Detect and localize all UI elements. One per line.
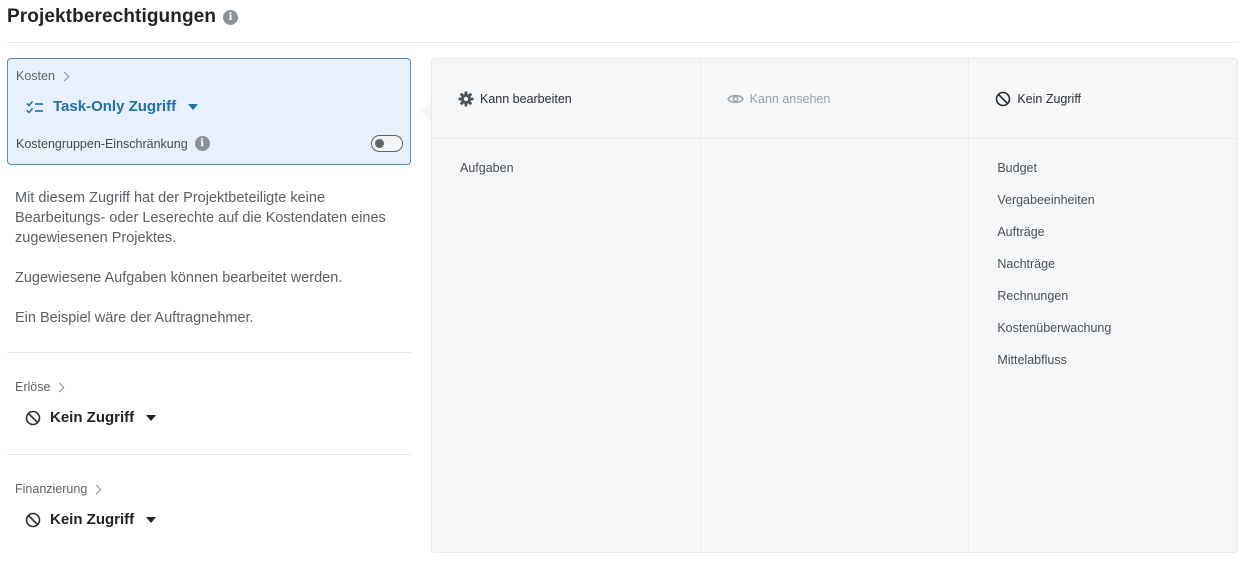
- column-header-label: Kein Zugriff: [1017, 91, 1082, 106]
- info-icon[interactable]: i: [223, 9, 239, 25]
- eye-icon: [726, 94, 744, 103]
- permission-item: Mittelabfluss: [997, 353, 1067, 367]
- task-list-icon: [26, 100, 43, 114]
- permission-item: Budget: [997, 161, 1037, 175]
- column-can-edit: Kann bearbeiten Aufgaben: [432, 59, 701, 552]
- cost-group-restriction-toggle[interactable]: [371, 135, 403, 152]
- header-divider: [7, 42, 1238, 43]
- permission-item: Rechnungen: [997, 289, 1069, 303]
- page-title: Projektberechtigungen: [7, 6, 217, 27]
- erloese-section-header[interactable]: Erlöse: [15, 380, 403, 394]
- caret-down-icon: [146, 516, 157, 523]
- finanzierung-access-value: Kein Zugriff: [50, 511, 135, 528]
- kosten-section-card[interactable]: Kosten Task-Only Zugriff Kostengruppen-E…: [7, 58, 411, 165]
- finanzierung-section-header[interactable]: Finanzierung: [15, 482, 403, 496]
- column-items: Aufgaben: [432, 139, 700, 193]
- permission-item: Aufgaben: [460, 161, 514, 175]
- erloese-section-label: Erlöse: [15, 380, 51, 394]
- cost-group-restriction-row: Kostengruppen-Einschränkung i: [16, 135, 403, 152]
- no-access-icon: [25, 512, 41, 527]
- erloese-section: Erlöse Kein Zugriff: [7, 353, 411, 426]
- no-access-icon: [25, 410, 41, 425]
- column-items: [701, 139, 969, 161]
- kosten-access-select[interactable]: Task-Only Zugriff: [26, 98, 402, 115]
- column-can-view: Kann ansehen: [700, 59, 970, 552]
- erloese-access-value: Kein Zugriff: [50, 409, 135, 426]
- erloese-access-select[interactable]: Kein Zugriff: [25, 409, 403, 426]
- permission-item: Nachträge: [997, 257, 1056, 271]
- kosten-description: Mit diesem Zugriff hat der Projektbeteil…: [7, 165, 411, 328]
- kosten-access-value: Task-Only Zugriff: [53, 98, 177, 115]
- kosten-section-label: Kosten: [16, 69, 55, 83]
- chevron-right-icon: [59, 71, 70, 81]
- info-icon[interactable]: i: [194, 136, 210, 151]
- permission-item: Vergabeeinheiten: [997, 193, 1095, 207]
- finanzierung-section-label: Finanzierung: [15, 482, 88, 496]
- column-no-access: Kein Zugriff Budget Vergabeeinheiten Auf…: [969, 59, 1238, 552]
- column-header-no-access: Kein Zugriff: [969, 59, 1238, 139]
- description-paragraph: Zugewiesene Aufgaben können bearbeitet w…: [15, 270, 343, 286]
- column-items: Budget Vergabeeinheiten Aufträge Nachträ…: [969, 139, 1237, 385]
- column-header-label: Kann bearbeiten: [480, 91, 572, 106]
- finanzierung-access-select[interactable]: Kein Zugriff: [25, 511, 403, 528]
- page-header: Projektberechtigungen i: [7, 6, 239, 28]
- caret-down-icon: [188, 103, 199, 110]
- finanzierung-section: Finanzierung Kein Zugriff: [7, 455, 411, 528]
- column-header-label: Kann ansehen: [749, 91, 831, 106]
- cost-group-restriction-label: Kostengruppen-Einschränkung: [16, 136, 188, 151]
- chevron-right-icon: [91, 484, 102, 494]
- column-header-can-edit: Kann bearbeiten: [432, 59, 700, 139]
- column-header-can-view: Kann ansehen: [700, 59, 969, 139]
- permission-sections: Kosten Task-Only Zugriff Kostengruppen-E…: [7, 58, 411, 528]
- description-paragraph: Mit diesem Zugriff hat der Projektbeteil…: [15, 190, 386, 246]
- permissions-grid: Kann bearbeiten Aufgaben Kann ansehen Ke…: [431, 58, 1238, 553]
- caret-down-icon: [146, 414, 157, 421]
- description-paragraph: Ein Beispiel wäre der Auftragnehmer.: [15, 310, 254, 326]
- permission-item: Kostenüberwachung: [997, 321, 1112, 335]
- no-access-icon: [996, 91, 1011, 106]
- kosten-section-header[interactable]: Kosten: [16, 69, 402, 83]
- permission-item: Aufträge: [997, 225, 1045, 239]
- chevron-right-icon: [54, 382, 65, 392]
- gear-icon: [458, 91, 474, 106]
